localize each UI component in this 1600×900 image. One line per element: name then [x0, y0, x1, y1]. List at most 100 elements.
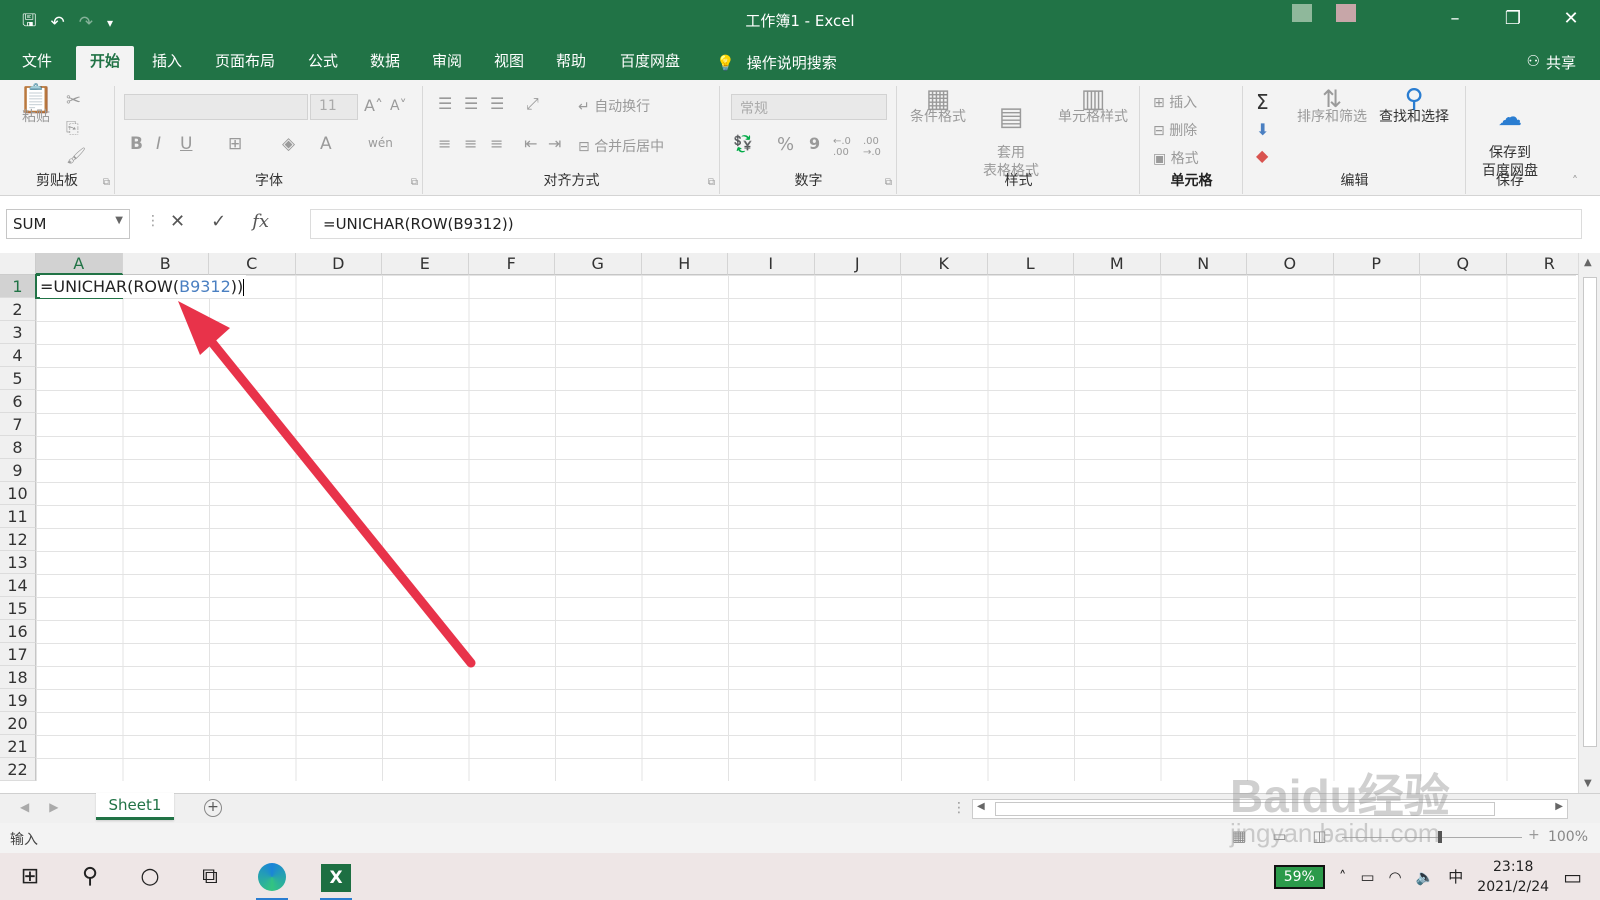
paste-button[interactable]: 📋 粘贴: [16, 85, 56, 126]
name-box-dropdown-icon[interactable]: ▼: [115, 215, 123, 226]
formula-input[interactable]: =UNICHAR(ROW(B9312)): [310, 209, 1582, 239]
tab-split-grip-icon[interactable]: ⋮: [952, 800, 966, 816]
format-painter-icon[interactable]: 🖌: [66, 146, 86, 165]
prev-sheet-icon[interactable]: ◀: [20, 800, 29, 814]
insert-cells-button[interactable]: ⊞ 插入: [1153, 92, 1197, 112]
underline-button[interactable]: U: [180, 134, 192, 154]
tab-baidu-netdisk[interactable]: 百度网盘: [606, 46, 694, 80]
ime-indicator[interactable]: 中: [1448, 866, 1463, 887]
decrease-decimal-button[interactable]: .00 →.0: [863, 136, 891, 158]
align-middle-icon[interactable]: ☰: [464, 94, 478, 113]
delete-cells-button[interactable]: ⊟ 删除: [1153, 120, 1197, 140]
wrap-text-button[interactable]: ↵ 自动换行: [578, 96, 650, 116]
tab-review[interactable]: 审阅: [418, 46, 476, 80]
tab-home[interactable]: 开始: [76, 46, 135, 80]
align-bottom-icon[interactable]: ☰: [490, 94, 504, 113]
tab-formulas[interactable]: 公式: [294, 46, 352, 80]
close-button[interactable]: ✕: [1542, 0, 1600, 40]
fill-color-icon[interactable]: ◈: [282, 134, 295, 154]
bold-button[interactable]: B: [130, 134, 143, 154]
tab-insert[interactable]: 插入: [138, 46, 196, 80]
number-format-select[interactable]: 常规: [731, 94, 887, 120]
find-select-button[interactable]: ⚲ 查找和选择: [1374, 86, 1454, 126]
windows-start-icon[interactable]: ⊞: [10, 861, 50, 893]
font-color-button[interactable]: A: [320, 134, 332, 154]
vertical-scrollbar[interactable]: ▲ ▼: [1578, 253, 1600, 793]
font-name-select[interactable]: [124, 94, 308, 120]
enter-formula-button[interactable]: ✓: [211, 211, 226, 232]
shrink-font-icon[interactable]: A˅: [390, 98, 407, 114]
scroll-down-icon[interactable]: ▼: [1584, 778, 1592, 789]
zoom-in-button[interactable]: +: [1528, 827, 1540, 843]
volume-icon[interactable]: 🔈: [1416, 868, 1435, 886]
notification-center-icon[interactable]: ▭: [1563, 865, 1582, 889]
share-button[interactable]: ⚇ 共享: [1527, 52, 1576, 73]
tab-view[interactable]: 视图: [480, 46, 538, 80]
edge-browser-icon[interactable]: [252, 861, 292, 900]
cortana-icon[interactable]: ○: [130, 861, 170, 893]
clear-icon[interactable]: ◆: [1256, 146, 1268, 165]
format-cells-button[interactable]: ▣ 格式: [1153, 148, 1199, 168]
cancel-formula-button[interactable]: ✕: [170, 211, 185, 232]
tab-file[interactable]: 文件: [8, 46, 66, 80]
ribbon-display-options[interactable]: [1336, 4, 1356, 22]
grow-font-icon[interactable]: A˄: [364, 96, 383, 115]
borders-icon[interactable]: ⊞: [228, 134, 242, 154]
insert-function-button[interactable]: fx: [252, 211, 269, 232]
zoom-level[interactable]: 100%: [1548, 829, 1588, 845]
accounting-format-icon[interactable]: 💱: [733, 134, 753, 153]
align-right-icon[interactable]: ≡: [490, 134, 503, 153]
increase-indent-icon[interactable]: ⇥: [548, 134, 561, 153]
merge-center-button[interactable]: ⊟ 合并后居中: [578, 136, 664, 156]
minimize-button[interactable]: –: [1426, 0, 1484, 40]
number-launcher-icon[interactable]: ⧉: [885, 177, 892, 188]
align-left-icon[interactable]: ≡: [438, 134, 451, 153]
wifi-icon[interactable]: ◠: [1389, 868, 1402, 886]
cells-group-label: 单元格: [1170, 173, 1213, 189]
next-sheet-icon[interactable]: ▶: [49, 800, 58, 814]
sheet-tab-sheet1[interactable]: Sheet1: [96, 793, 174, 820]
restore-button[interactable]: ❐: [1484, 0, 1542, 40]
task-view-icon[interactable]: ⧉: [190, 861, 230, 893]
fill-down-icon[interactable]: ⬇: [1256, 120, 1269, 139]
cut-icon[interactable]: ✂: [66, 90, 81, 111]
account-avatar[interactable]: [1292, 4, 1312, 22]
tab-page-layout[interactable]: 页面布局: [201, 46, 289, 80]
tell-me-search[interactable]: 💡 操作说明搜索: [716, 52, 837, 73]
font-size-select[interactable]: 11: [310, 94, 358, 120]
ribbon-tabs: 文件 开始 插入 页面布局 公式 数据 审阅 视图 帮助 百度网盘 💡 操作说明…: [0, 40, 1600, 80]
scroll-right-icon[interactable]: ▶: [1555, 801, 1563, 812]
copy-icon[interactable]: ⎘: [66, 118, 79, 138]
align-top-icon[interactable]: ☰: [438, 94, 452, 113]
sort-filter-button[interactable]: ⇅ 排序和筛选: [1292, 87, 1372, 126]
system-clock[interactable]: 23:18 2021/2/24: [1477, 857, 1549, 897]
percent-button[interactable]: %: [777, 134, 794, 155]
tab-data[interactable]: 数据: [356, 46, 414, 80]
comma-style-button[interactable]: 9: [809, 134, 820, 153]
increase-decimal-button[interactable]: ←.0 .00: [833, 136, 861, 158]
decrease-indent-icon[interactable]: ⇤: [524, 134, 537, 153]
excel-app-icon[interactable]: X: [316, 861, 356, 900]
font-launcher-icon[interactable]: ⧉: [411, 177, 418, 188]
battery-icon[interactable]: ▭: [1360, 868, 1374, 886]
clipboard-launcher-icon[interactable]: ⧉: [103, 177, 110, 188]
phonetic-icon[interactable]: wén: [368, 136, 393, 150]
align-center-icon[interactable]: ≡: [464, 134, 477, 153]
tab-help[interactable]: 帮助: [542, 46, 600, 80]
alignment-launcher-icon[interactable]: ⧉: [708, 177, 715, 188]
cell-styles-button[interactable]: ▥ 单元格样式: [1050, 86, 1136, 126]
search-icon[interactable]: ⚲: [70, 861, 110, 893]
conditional-format-button[interactable]: ▦ 条件格式: [906, 86, 970, 126]
orientation-icon[interactable]: ⤢: [526, 94, 539, 114]
name-box[interactable]: SUM ▼: [6, 209, 130, 239]
autosum-button[interactable]: Σ: [1256, 90, 1269, 114]
baidu-watermark-url: jingyan.baidu.com: [1230, 818, 1440, 848]
collapse-ribbon-icon[interactable]: ˄: [1572, 174, 1578, 188]
scroll-left-icon[interactable]: ◀: [977, 801, 985, 812]
add-sheet-button[interactable]: +: [204, 799, 222, 817]
vertical-scroll-thumb[interactable]: [1583, 277, 1597, 747]
scroll-up-icon[interactable]: ▲: [1584, 257, 1592, 268]
italic-button[interactable]: I: [156, 134, 161, 154]
save-group-label: 保存: [1496, 173, 1524, 189]
tray-overflow-icon[interactable]: ˄: [1339, 868, 1347, 886]
